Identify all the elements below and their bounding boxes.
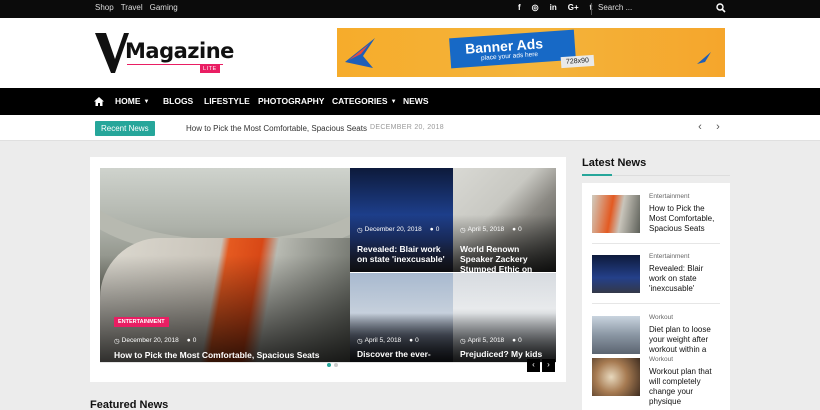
divider [592, 243, 720, 244]
post-date: April 5, 2018 [364, 337, 402, 344]
site-header: Magazine LITE Banner Ads place your ads … [0, 18, 820, 88]
comment-count: 0 [435, 226, 440, 233]
facebook-icon[interactable]: f [518, 3, 521, 12]
post-date: December 20, 2018 [121, 337, 179, 344]
ticker-prev-button[interactable]: ‹ [692, 120, 708, 136]
news-title[interactable]: Diet plan to loose your weight after wor… [649, 325, 721, 355]
main-nav: HOME ▼ BLOGS LIFESTYLE PHOTOGRAPHY CATEGO… [0, 88, 820, 115]
clock-icon: ◷ [114, 338, 120, 345]
chevron-down-icon: ▼ [143, 99, 150, 105]
nav-home-label: HOME [115, 96, 141, 106]
latest-news-list: Entertainment How to Pick the Most Comfo… [582, 183, 730, 410]
slide-tile[interactable]: ◷ April 5, 2018 ● 0 Prejudiced? My kids … [453, 273, 556, 362]
clock-icon: ◷ [460, 338, 466, 345]
comment-icon: ● [512, 226, 517, 233]
comment-count: 0 [518, 337, 522, 344]
slider-dot[interactable] [327, 363, 331, 367]
comment-count: 0 [415, 337, 419, 344]
post-meta: ◷ December 20, 2018 ● 0 [357, 226, 439, 234]
home-icon[interactable] [94, 97, 104, 106]
search-icon[interactable] [716, 3, 726, 13]
slider-dot[interactable] [334, 363, 338, 367]
banner-ad[interactable]: Banner Ads place your ads here 728x90 [337, 28, 725, 77]
slide-main[interactable]: ENTERTAINMENT ◷ December 20, 2018 ● 0 Ho… [100, 168, 350, 362]
clock-icon: ◷ [460, 227, 466, 234]
top-bar: Shop Travel Gaming f ◎ in G+ t Search ..… [0, 0, 820, 18]
ticker-date: DECEMBER 20, 2018 [370, 124, 444, 131]
category-badge[interactable]: ENTERTAINMENT [114, 317, 169, 327]
nav-categories-label: CATEGORIES [332, 96, 388, 106]
recent-news-ticker: Recent News How to Pick the Most Comfort… [0, 115, 820, 141]
post-meta: ◷ December 20, 2018 ● 0 [114, 337, 196, 345]
heading-accent [582, 174, 612, 176]
featured-news-heading: Featured News [90, 399, 169, 410]
news-category[interactable]: Entertainment [649, 193, 689, 200]
clock-icon: ◷ [357, 227, 363, 234]
ticker-separator: - [358, 123, 361, 132]
slide-tile[interactable]: ◷ April 5, 2018 ● 0 Discover the ever- [350, 273, 453, 362]
post-title[interactable]: Discover the ever- [357, 349, 451, 359]
ticker-headline[interactable]: How to Pick the Most Comfortable, Spacio… [186, 124, 367, 133]
post-date: December 20, 2018 [364, 226, 422, 233]
news-category[interactable]: Workout [649, 314, 673, 321]
banner-arrow-left [345, 38, 375, 68]
site-logo[interactable]: Magazine LITE [95, 33, 234, 75]
comment-count: 0 [518, 226, 522, 233]
news-thumbnail[interactable] [592, 358, 640, 396]
top-link-gaming[interactable]: Gaming [150, 3, 178, 12]
post-date: April 5, 2018 [467, 337, 505, 344]
news-category[interactable]: Workout [649, 356, 673, 363]
news-title[interactable]: Workout plan that will completely change… [649, 367, 721, 407]
chevron-down-icon: ▼ [390, 99, 397, 105]
nav-news[interactable]: NEWS [403, 96, 429, 106]
post-meta: ◷ April 5, 2018 ● 0 [460, 337, 522, 345]
search-input[interactable]: Search ... [598, 3, 632, 12]
news-thumbnail[interactable] [592, 316, 640, 354]
nav-photography[interactable]: PHOTOGRAPHY [258, 96, 324, 106]
nav-blogs[interactable]: BLOGS [163, 96, 193, 106]
news-thumbnail[interactable] [592, 195, 640, 233]
social-icons: f ◎ in G+ t [518, 3, 592, 12]
nav-lifestyle[interactable]: LIFESTYLE [204, 96, 250, 106]
logo-text: Magazine [125, 39, 234, 63]
slide-tile[interactable]: ◷ December 20, 2018 ● 0 Revealed: Blair … [350, 168, 453, 272]
top-links: Shop Travel Gaming [95, 3, 178, 12]
featured-slider: ENTERTAINMENT ◷ December 20, 2018 ● 0 Ho… [90, 157, 566, 382]
clock-icon: ◷ [357, 338, 363, 345]
comment-icon: ● [512, 337, 517, 344]
top-divider [591, 3, 592, 15]
comment-icon: ● [409, 337, 414, 344]
slide-tile[interactable]: ◷ April 5, 2018 ● 0 World Renown Speaker… [453, 168, 556, 272]
ticker-next-button[interactable]: › [710, 120, 726, 136]
post-meta: ◷ April 5, 2018 ● 0 [357, 337, 419, 345]
news-title[interactable]: Revealed: Blair work on state 'inexcusab… [649, 264, 721, 294]
logo-badge: LITE [200, 65, 220, 73]
comment-count: 0 [192, 337, 197, 344]
comment-icon: ● [186, 337, 191, 344]
recent-news-label: Recent News [95, 121, 155, 136]
banner-size: 728x90 [560, 54, 595, 69]
post-meta: ◷ April 5, 2018 ● 0 [460, 226, 522, 234]
comment-icon: ● [429, 226, 434, 233]
top-link-travel[interactable]: Travel [121, 3, 143, 12]
nav-home[interactable]: HOME ▼ [115, 96, 149, 106]
divider [592, 303, 720, 304]
post-title[interactable]: How to Pick the Most Comfortable, Spacio… [114, 350, 350, 360]
slider-next-button[interactable]: › [542, 359, 555, 372]
top-link-shop[interactable]: Shop [95, 3, 114, 12]
nav-categories[interactable]: CATEGORIES ▼ [332, 96, 397, 106]
slider-prev-button[interactable]: ‹ [527, 359, 540, 372]
banner-arrow-right [697, 52, 711, 64]
linkedin-icon[interactable]: in [550, 3, 557, 12]
google-plus-icon[interactable]: G+ [568, 3, 579, 12]
slider-dots [327, 363, 338, 367]
instagram-icon[interactable]: ◎ [532, 3, 539, 12]
post-title[interactable]: Revealed: Blair work on state 'inexcusab… [357, 244, 449, 264]
news-thumbnail[interactable] [592, 255, 640, 293]
post-date: April 5, 2018 [467, 226, 505, 233]
news-title[interactable]: How to Pick the Most Comfortable, Spacio… [649, 204, 721, 234]
post-title[interactable]: World Renown Speaker Zackery Stumped Eth… [460, 244, 554, 272]
news-category[interactable]: Entertainment [649, 253, 689, 260]
latest-news-heading: Latest News [582, 157, 647, 169]
